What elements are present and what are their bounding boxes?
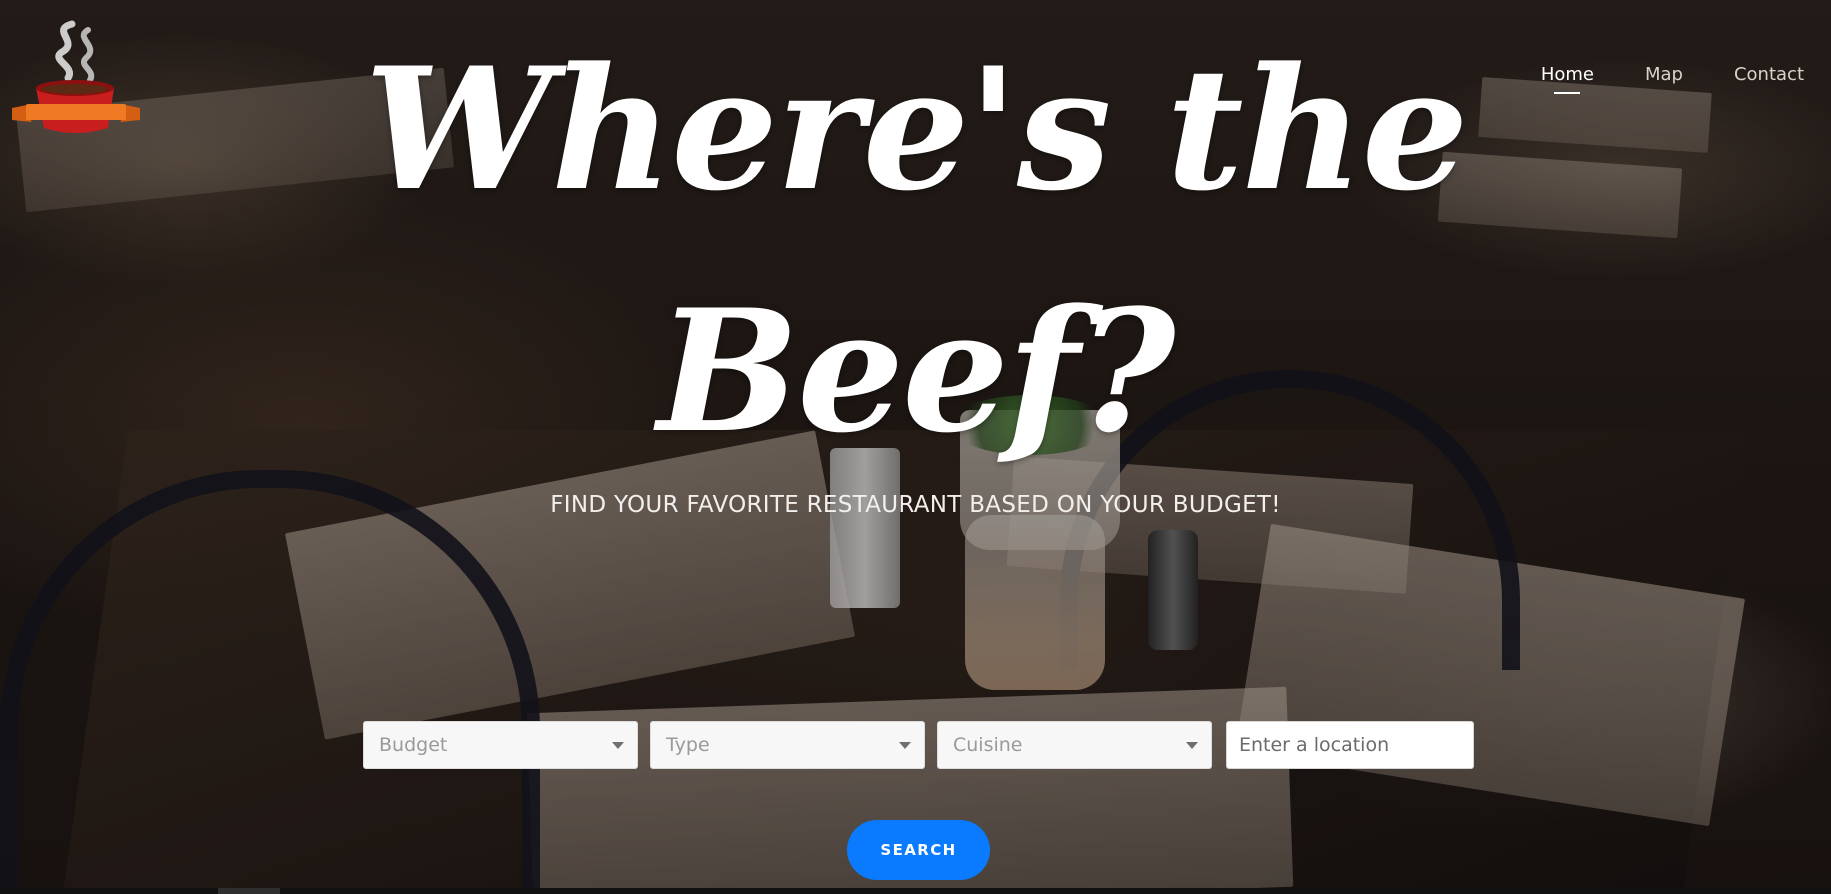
budget-select-label: Budget bbox=[379, 734, 448, 756]
hero-title-line-2: Beef? bbox=[657, 272, 1175, 470]
location-input[interactable] bbox=[1226, 721, 1474, 769]
search-button[interactable]: SEARCH bbox=[847, 820, 990, 880]
horizontal-scrollbar[interactable] bbox=[0, 888, 1831, 894]
scrollbar-thumb[interactable] bbox=[218, 888, 280, 894]
hero-title-line-1: Where's the bbox=[364, 30, 1468, 228]
type-select[interactable]: Type bbox=[650, 721, 925, 769]
hero-title: Where's the Beef? bbox=[0, 0, 1831, 492]
cuisine-select-label: Cuisine bbox=[953, 734, 1023, 756]
caret-down-icon bbox=[612, 741, 624, 749]
cuisine-select[interactable]: Cuisine bbox=[937, 721, 1212, 769]
caret-down-icon bbox=[899, 741, 911, 749]
type-select-label: Type bbox=[666, 734, 710, 756]
hero-tagline: FIND YOUR FAVORITE RESTAURANT BASED ON Y… bbox=[550, 492, 1281, 518]
caret-down-icon bbox=[1186, 741, 1198, 749]
budget-select[interactable]: Budget bbox=[363, 721, 638, 769]
search-filters: Budget Type Cuisine bbox=[363, 721, 1474, 769]
